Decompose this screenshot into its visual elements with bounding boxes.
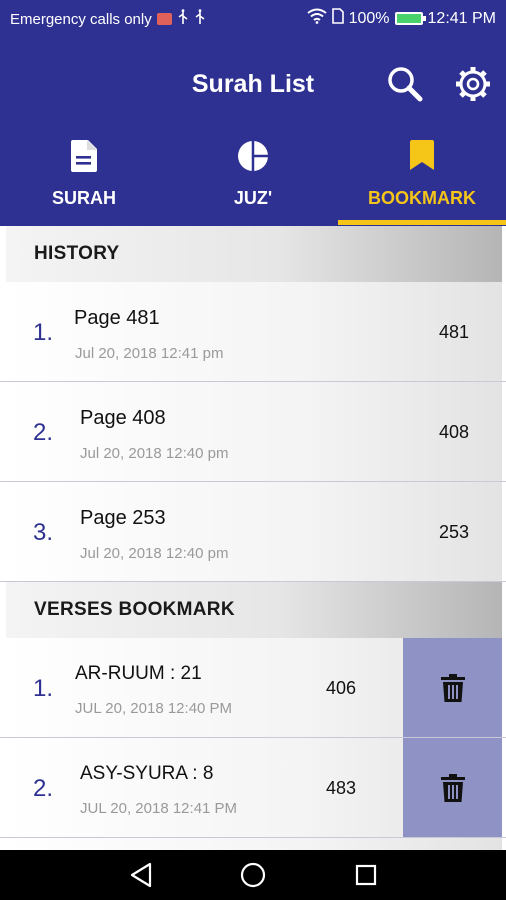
row-page-number: 406 (326, 678, 357, 698)
recents-button[interactable] (351, 860, 381, 890)
status-left: Emergency calls only (10, 9, 206, 29)
trash-icon (440, 773, 465, 802)
settings-button[interactable] (453, 64, 493, 104)
history-header-label: HISTORY (34, 243, 120, 264)
history-row[interactable]: 1. Page 481 Jul 20, 2018 12:41 pm 481 (6, 282, 502, 381)
bookmark-content[interactable]: HISTORY 1. Page 481 Jul 20, 2018 12:41 p… (0, 226, 506, 850)
tab-surah-label: SURAH (51, 188, 116, 208)
row-number: 3. (33, 519, 54, 546)
verse-bookmark-row[interactable]: 1. AR-RUUM : 21 JUL 20, 2018 12:40 PM 40… (6, 638, 502, 737)
tab-surah[interactable]: SURAH (0, 136, 168, 226)
verse-bookmark-row[interactable]: 2. ASY-SYURA : 8 JUL 20, 2018 12:41 PM 4… (6, 738, 502, 837)
tab-juz[interactable]: JUZ' (169, 136, 337, 226)
trash-icon (440, 673, 465, 702)
search-button[interactable] (385, 64, 425, 104)
tab-juz-label: JUZ' (233, 188, 273, 208)
row-number: 1. (33, 319, 54, 346)
row-number: 1. (33, 675, 54, 702)
home-icon (240, 862, 266, 888)
system-nav-bar (0, 850, 506, 900)
back-icon (130, 862, 152, 888)
tab-bookmark-icon-wrap (338, 140, 506, 172)
battery-percent: 100% (348, 9, 390, 27)
verses-bookmark-header-label: VERSES BOOKMARK (34, 599, 235, 620)
usb-icon (177, 9, 189, 29)
row-page-number: 253 (439, 522, 470, 542)
search-icon (388, 67, 423, 102)
verse-bookmark-row-partial[interactable] (6, 838, 502, 850)
row-date: JUL 20, 2018 12:41 PM (80, 800, 238, 817)
recents-icon (355, 864, 377, 886)
row-number: 2. (33, 419, 54, 446)
row-date: Jul 20, 2018 12:41 pm (75, 345, 224, 362)
row-date: JUL 20, 2018 12:40 PM (75, 700, 233, 717)
back-button[interactable] (126, 860, 156, 890)
usb-icon (194, 9, 206, 29)
delete-button[interactable] (403, 738, 502, 837)
row-page-number: 408 (439, 422, 470, 442)
row-page-number: 481 (439, 322, 470, 342)
app-bar: Surah List SURAH JUZ' BOOKMARK (0, 36, 506, 226)
status-time: 12:41 PM (427, 9, 496, 27)
row-page-number: 483 (326, 778, 357, 798)
tab-surah-icon-wrap (0, 140, 168, 172)
tab-juz-icon-wrap (169, 140, 337, 172)
history-row[interactable]: 2. Page 408 Jul 20, 2018 12:40 pm 408 (6, 382, 502, 481)
wifi-icon (306, 8, 327, 29)
row-title: Page 481 (74, 307, 160, 329)
tab-bookmark[interactable]: BOOKMARK (338, 136, 506, 226)
delete-button[interactable] (403, 638, 502, 737)
sim-icon (331, 8, 344, 29)
row-title: Page 408 (80, 407, 166, 429)
settings-icon (456, 67, 490, 101)
carrier-text: Emergency calls only (10, 10, 152, 28)
pie-chart-icon (238, 140, 269, 172)
battery-icon (394, 12, 426, 25)
document-icon (71, 140, 97, 172)
row-date: Jul 20, 2018 12:40 pm (80, 545, 229, 562)
tab-bookmark-label: BOOKMARK (368, 188, 476, 208)
tab-indicator (338, 220, 506, 225)
row-title: AR-RUUM : 21 (75, 663, 202, 684)
row-title: ASY-SYURA : 8 (80, 763, 214, 784)
history-header: HISTORY (6, 226, 502, 282)
verses-bookmark-header: VERSES BOOKMARK (6, 582, 502, 638)
row-title: Page 253 (80, 507, 166, 529)
status-bar: Emergency calls only 100% 12:41 PM (0, 0, 506, 36)
home-button[interactable] (238, 860, 268, 890)
sms-icon (156, 13, 172, 25)
status-right: 100% 12:41 PM (306, 8, 496, 29)
page-title: Surah List (191, 70, 315, 98)
history-row[interactable]: 3. Page 253 Jul 20, 2018 12:40 pm 253 (6, 482, 502, 581)
row-date: Jul 20, 2018 12:40 pm (80, 445, 229, 462)
screen: Emergency calls only 100% 12:41 PM Surah… (0, 0, 506, 900)
bookmark-icon (410, 140, 434, 170)
row-number: 2. (33, 775, 54, 802)
